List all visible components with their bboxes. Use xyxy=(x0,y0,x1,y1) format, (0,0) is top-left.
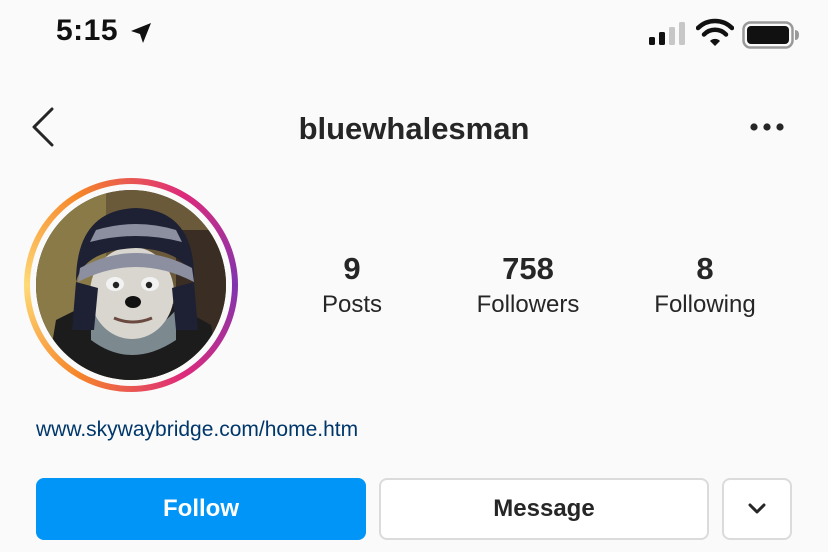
avatar[interactable] xyxy=(36,190,226,380)
posts-label: Posts xyxy=(321,291,383,318)
message-button[interactable]: Message xyxy=(379,478,709,540)
signal-icon xyxy=(649,22,685,45)
following-count: 8 xyxy=(696,251,714,286)
page-title: bluewhalesman xyxy=(298,111,530,146)
following-stat[interactable]: 8 Following xyxy=(615,250,795,322)
follow-button[interactable]: Follow xyxy=(36,478,366,540)
posts-stat: 9 Posts xyxy=(262,250,442,322)
location-arrow-icon xyxy=(131,23,151,43)
profile-header: bluewhalesman xyxy=(0,95,828,165)
followers-count: 758 xyxy=(502,251,554,286)
wifi-icon xyxy=(696,18,734,46)
bio-website-link[interactable]: www.skywaybridge.com/home.htm xyxy=(36,418,358,442)
more-horizontal-icon[interactable] xyxy=(748,121,788,133)
followers-stat[interactable]: 758 Followers xyxy=(438,250,618,322)
followers-label: Followers xyxy=(476,291,580,318)
avatar-story-ring[interactable] xyxy=(24,178,238,392)
chevron-down-icon xyxy=(748,503,766,514)
status-time: 5:15 xyxy=(56,14,119,47)
status-bar: 5:15 xyxy=(0,0,828,70)
profile-photo xyxy=(36,190,226,380)
following-label: Following xyxy=(654,291,756,318)
suggested-accounts-button[interactable] xyxy=(722,478,792,540)
battery-icon xyxy=(742,21,799,49)
posts-count: 9 xyxy=(343,251,361,286)
